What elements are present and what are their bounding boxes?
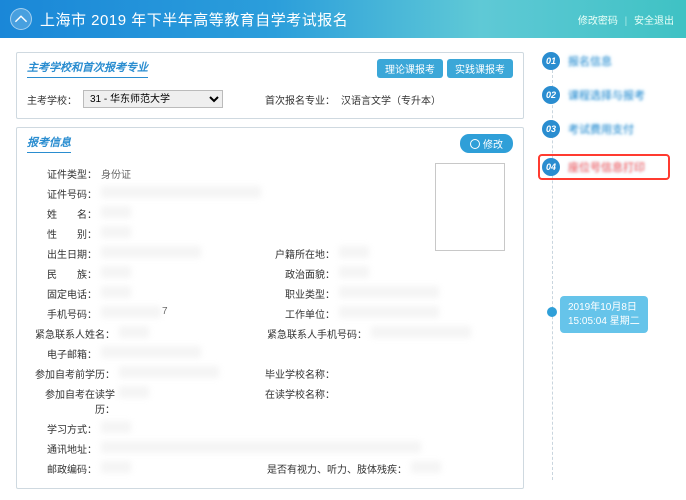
em-phone-value [371, 326, 471, 338]
app-header: 上海市 2019 年下半年高等教育自学考试报名 修改密码 | 安全退出 [0, 0, 686, 38]
step-num-3: 03 [542, 120, 560, 138]
nation-label: 民 族： [23, 266, 101, 281]
id-no-value [101, 186, 261, 198]
gender-value [101, 226, 131, 238]
email-label: 电子邮箱： [23, 346, 101, 361]
logo-icon [10, 8, 32, 30]
panel-title-info: 报考信息 [27, 134, 71, 153]
job-type-value [339, 286, 439, 298]
birth-value [101, 246, 201, 258]
em-contact-value [119, 326, 149, 338]
major-label: 首次报名专业： [265, 92, 335, 107]
politics-value [339, 266, 369, 278]
practice-exam-button[interactable]: 实践课报考 [447, 59, 513, 78]
timestamp-time: 15:05:04 星期二 [568, 315, 640, 329]
photo-placeholder [435, 163, 505, 251]
grad-school-label: 毕业学校名称： [261, 366, 339, 381]
step-3[interactable]: 03 考试费用支付 [542, 120, 670, 138]
work-unit-value [339, 306, 439, 318]
job-type-label: 职业类型： [261, 286, 339, 301]
gender-label: 性 别： [23, 226, 101, 241]
panel-title-school: 主考学校和首次报考专业 [27, 59, 148, 78]
edit-button[interactable]: 修改 [460, 134, 513, 153]
step-num-4: 04 [542, 158, 560, 176]
zip-label: 邮政编码： [23, 461, 101, 476]
em-phone-label: 紧急联系人手机号码： [261, 326, 371, 341]
tel-value [101, 286, 131, 298]
addr-label: 通讯地址： [23, 441, 101, 456]
tel-label: 固定电话： [23, 286, 101, 301]
theory-exam-button[interactable]: 理论课报考 [377, 59, 443, 78]
info-panel: 报考信息 修改 证件类型：身份证 证件号码： 姓 名： 性 别： 出生日期： 户… [16, 127, 524, 489]
id-no-label: 证件号码： [23, 186, 101, 201]
logout-link[interactable]: 安全退出 [634, 16, 674, 27]
mobile-value [101, 306, 161, 318]
school-label: 主考学校： [27, 92, 77, 107]
page-title: 上海市 2019 年下半年高等教育自学考试报名 [40, 9, 348, 30]
school-major-panel: 主考学校和首次报考专业 理论课报考 实践课报考 主考学校： 31 - 华东师范大… [16, 52, 524, 119]
major-value: 汉语言文学（专升本） [341, 92, 441, 107]
addr-value [101, 441, 421, 453]
step-2[interactable]: 02 课程选择与报考 [542, 86, 670, 104]
huji-value [339, 246, 369, 258]
school-select[interactable]: 31 - 华东师范大学 [83, 90, 223, 108]
name-value [101, 206, 131, 218]
steps-sidebar: 01 报名信息 02 课程选择与报考 03 考试费用支付 04 座位号信息打印 … [524, 52, 670, 500]
pre-edu-value [119, 366, 219, 378]
birth-label: 出生日期： [23, 246, 101, 261]
mobile-label: 手机号码： [23, 306, 101, 321]
timestamp-bubble: 2019年10月8日 15:05:04 星期二 [560, 296, 648, 333]
timeline-dot-icon [547, 307, 557, 317]
study-mode-label: 学习方式： [23, 421, 101, 436]
name-label: 姓 名： [23, 206, 101, 221]
header-links: 修改密码 | 安全退出 [578, 12, 674, 27]
pre-edu-label: 参加自考前学历： [23, 366, 119, 381]
email-value [101, 346, 201, 358]
huji-label: 户籍所在地： [261, 246, 339, 261]
in-school-label: 在读学校名称： [261, 386, 339, 416]
step-num-2: 02 [542, 86, 560, 104]
id-type-value: 身份证 [101, 166, 161, 178]
step-num-1: 01 [542, 52, 560, 70]
em-contact-label: 紧急联系人姓名： [23, 326, 119, 341]
in-edu-value [119, 386, 149, 398]
work-unit-label: 工作单位： [261, 306, 339, 321]
step-1[interactable]: 01 报名信息 [542, 52, 670, 70]
study-mode-value [101, 421, 131, 433]
step-4[interactable]: 04 座位号信息打印 [538, 154, 670, 180]
disability-label: 是否有视力、听力、肢体残疾： [261, 461, 411, 476]
timestamp-date: 2019年10月8日 [568, 301, 640, 315]
step-label-2: 课程选择与报考 [568, 87, 645, 103]
step-label-3: 考试费用支付 [568, 121, 634, 137]
step-label-1: 报名信息 [568, 53, 612, 69]
nation-value [101, 266, 131, 278]
step-label-4: 座位号信息打印 [568, 159, 645, 175]
id-type-label: 证件类型： [23, 166, 101, 181]
disability-value [411, 461, 441, 473]
zip-value [101, 461, 131, 473]
politics-label: 政治面貌： [261, 266, 339, 281]
in-edu-label: 参加自考在读学 历： [23, 386, 119, 416]
change-password-link[interactable]: 修改密码 [578, 16, 618, 27]
